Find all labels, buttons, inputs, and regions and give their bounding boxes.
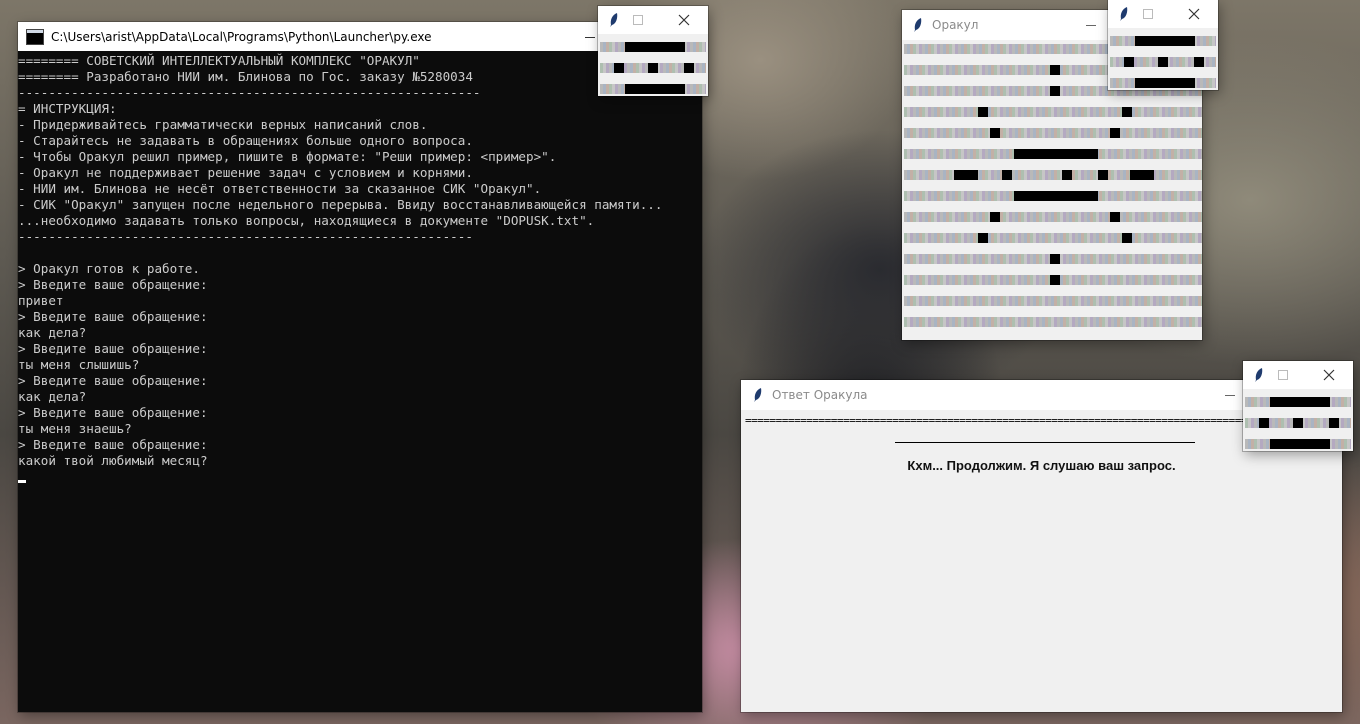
console-title: C:\Users\arist\AppData\Local\Programs\Py… (51, 29, 432, 44)
mini-titlebar[interactable] (1108, 0, 1218, 28)
console-line: какой твой любимый месяц? (18, 453, 208, 468)
oracle-mini-window-2[interactable] (1108, 0, 1218, 90)
mini-titlebar[interactable] (1243, 361, 1353, 389)
oracle-face-mini (1110, 36, 1216, 88)
console-line: ----------------------------------------… (18, 229, 473, 244)
close-icon (1323, 369, 1335, 381)
console-line: - Чтобы Оракул решил пример, пишите в фо… (18, 149, 557, 164)
console-output[interactable]: ======== СОВЕТСКИЙ ИНТЕЛЛЕКТУАЛЬНЫЙ КОМП… (18, 51, 702, 712)
console-line: - Придерживайтесь грамматически верных н… (18, 117, 428, 132)
close-button[interactable] (1315, 361, 1343, 389)
console-line: как дела? (18, 389, 87, 404)
tk-feather-icon (750, 387, 766, 403)
console-line: - НИИ им. Блинова не несёт ответственнос… (18, 181, 542, 196)
minimize-button[interactable] (1074, 10, 1108, 40)
console-line: = ИНСТРУКЦИЯ: (18, 101, 117, 116)
console-line: как дела? (18, 325, 87, 340)
maximize-button[interactable] (1136, 0, 1160, 28)
minimize-icon (585, 37, 595, 38)
tk-feather-icon (910, 17, 926, 33)
console-input-line[interactable] (18, 469, 702, 485)
oracle-face-mini (600, 42, 706, 94)
console-line: ты меня слышишь? (18, 357, 140, 372)
minimize-icon (1086, 25, 1096, 26)
close-icon (678, 14, 690, 26)
maximize-icon (1278, 370, 1288, 380)
cmd-icon (26, 28, 44, 45)
tk-feather-icon (1116, 6, 1132, 22)
maximize-icon (1143, 9, 1153, 19)
answer-title: Ответ Оракула (772, 388, 868, 402)
console-line: - Оракул не поддерживает решение задач с… (18, 165, 473, 180)
minimize-button[interactable] (1213, 380, 1247, 410)
oracle-face-mini (1245, 397, 1351, 449)
console-line: > Введите ваше обращение: (18, 373, 208, 388)
console-line: > Оракул готов к работе. (18, 261, 200, 276)
oracle-mini-window-3[interactable] (1243, 361, 1353, 451)
maximize-button[interactable] (626, 6, 650, 34)
minimize-icon (1225, 395, 1235, 396)
console-line: > Введите ваше обращение: (18, 405, 208, 420)
oracle-answer-text: Кхм... Продолжим. Я слушаю ваш запрос. (907, 458, 1176, 473)
close-button[interactable] (670, 6, 698, 34)
console-line: ...необходимо задавать только вопросы, н… (18, 213, 595, 228)
maximize-button[interactable] (1271, 361, 1295, 389)
mini-titlebar[interactable] (598, 6, 708, 34)
console-line: - Старайтесь не задавать в обращениях бо… (18, 133, 473, 148)
close-button[interactable] (1180, 0, 1208, 28)
oracle-mini-window-1[interactable] (598, 6, 708, 96)
console-line: > Введите ваше обращение: (18, 437, 208, 452)
text-cursor (18, 480, 26, 483)
tk-feather-icon (1251, 367, 1267, 383)
console-line: привет (18, 293, 64, 308)
console-line: > Введите ваше обращение: (18, 277, 208, 292)
oracle-title: Оракул (932, 18, 979, 32)
answer-divider (895, 442, 1195, 443)
tk-feather-icon (606, 12, 622, 28)
close-icon (1188, 8, 1200, 20)
console-window[interactable]: C:\Users\arist\AppData\Local\Programs\Py… (18, 22, 702, 712)
console-line: - СИК "Оракул" запущен после недельного … (18, 197, 663, 212)
maximize-icon (633, 15, 643, 25)
console-line: ты меня знаешь? (18, 421, 132, 436)
console-line: > Введите ваше обращение: (18, 341, 208, 356)
console-line: > Введите ваше обращение: (18, 309, 208, 324)
